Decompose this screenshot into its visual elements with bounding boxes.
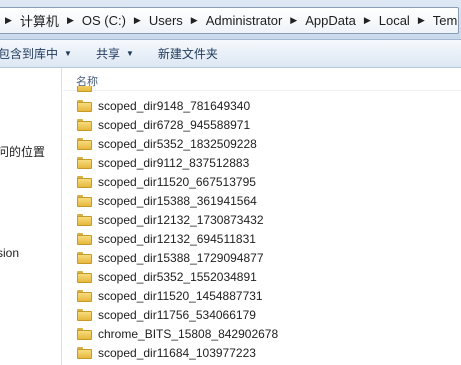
breadcrumb-computer[interactable]: 计算机 [18, 11, 61, 30]
new-folder-label: 新建文件夹 [157, 47, 218, 61]
file-name: scoped_dir15388_361941564 [98, 193, 257, 208]
folder-icon [77, 118, 92, 131]
file-name: scoped_dir11520_667513795 [98, 174, 256, 189]
include-in-library-button[interactable]: 包含到库中 ▼ [0, 45, 72, 62]
list-item[interactable]: scoped_dir5352_1552034891 [77, 267, 257, 286]
breadcrumb[interactable]: ▶ 计算机 ▶ OS (C:) ▶ Users ▶ Administrator … [0, 7, 459, 34]
list-item[interactable]: scoped_dir15388_361941564 [77, 191, 257, 210]
file-name: scoped_dir6728_945588971 [98, 117, 251, 132]
breadcrumb-local[interactable]: Local [377, 13, 412, 28]
folder-icon [77, 251, 92, 264]
share-label: 共享 [95, 47, 120, 61]
divider [63, 90, 461, 91]
folder-icon [77, 289, 92, 302]
folder-icon [77, 86, 92, 92]
folder-icon [77, 232, 92, 245]
file-name: scoped_dir9112_837512883 [98, 155, 250, 170]
folder-icon [77, 194, 92, 207]
list-item[interactable]: scoped_dir6728_945588971 [77, 115, 250, 134]
chevron-right-icon[interactable]: ▶ [185, 15, 204, 26]
file-name: scoped_dir5352_1832509228 [98, 136, 257, 151]
share-button[interactable]: 共享 ▼ [96, 45, 134, 62]
list-item[interactable]: scoped_dir9148_781649340 [77, 96, 250, 115]
list-item[interactable]: scoped_dir11520_667513795 [77, 172, 256, 191]
new-folder-button[interactable]: 新建文件夹 [158, 45, 218, 62]
list-item[interactable]: scoped_dir12132_1730873432 [77, 210, 264, 229]
chevron-right-icon[interactable]: ▶ [128, 15, 147, 26]
explorer-window: ▶ 计算机 ▶ OS (C:) ▶ Users ▶ Administrator … [0, 0, 461, 365]
folder-icon [77, 346, 92, 359]
file-list: 名称 scoped_dir9148_781649340 scoped_dir67… [63, 68, 461, 365]
nav-item-version[interactable]: sion [0, 246, 19, 260]
breadcrumb-appdata[interactable]: AppData [303, 13, 358, 28]
chevron-down-icon: ▼ [125, 49, 134, 58]
breadcrumb-administrator[interactable]: Administrator [204, 13, 285, 28]
chevron-right-icon[interactable]: ▶ [358, 15, 377, 26]
breadcrumb-temp[interactable]: Temp [431, 13, 458, 28]
folder-icon [77, 137, 92, 150]
list-item[interactable]: scoped_dir15388_1729094877 [77, 248, 264, 267]
list-item[interactable]: scoped_dir9112_837512883 [77, 153, 249, 172]
list-item[interactable]: scoped_dir11756_534066179 [77, 305, 256, 324]
list-item[interactable]: scoped_dir11520_1454887731 [77, 286, 263, 305]
breadcrumb-users[interactable]: Users [147, 13, 185, 28]
list-item[interactable]: scoped_dir5352_1832509228 [77, 134, 257, 153]
file-name: scoped_dir11684_103977223 [98, 345, 256, 360]
list-item[interactable]: scoped_dir11684_103977223 [77, 343, 256, 362]
folder-icon [77, 213, 92, 226]
folder-icon [77, 270, 92, 283]
command-toolbar: 包含到库中 ▼ 共享 ▼ 新建文件夹 [0, 40, 461, 68]
file-name: scoped_dir12132_694511831 [98, 231, 256, 246]
address-bar: ▶ 计算机 ▶ OS (C:) ▶ Users ▶ Administrator … [0, 0, 461, 40]
list-item-partial[interactable] [77, 86, 98, 92]
file-name: scoped_dir11756_534066179 [98, 307, 256, 322]
folder-icon [77, 327, 92, 340]
file-name: scoped_dir12132_1730873432 [98, 212, 264, 227]
include-in-library-label: 包含到库中 [0, 47, 59, 61]
breadcrumb-drive[interactable]: OS (C:) [80, 13, 128, 28]
chevron-right-icon[interactable]: ▶ [0, 15, 18, 26]
folder-icon [77, 175, 92, 188]
file-name: scoped_dir9148_781649340 [98, 98, 251, 113]
list-item[interactable]: scoped_dir12132_694511831 [77, 229, 256, 248]
file-name: scoped_dir15388_1729094877 [98, 250, 264, 265]
list-item[interactable]: chrome_BITS_15808_842902678 [77, 324, 278, 343]
navigation-pane: 问的位置 sion [0, 68, 62, 365]
chevron-right-icon[interactable]: ▶ [412, 15, 431, 26]
file-name: chrome_BITS_15808_842902678 [98, 326, 279, 341]
folder-icon [77, 156, 92, 169]
chevron-right-icon[interactable]: ▶ [61, 15, 80, 26]
folder-icon [77, 308, 92, 321]
chevron-down-icon: ▼ [64, 49, 72, 58]
file-name: scoped_dir11520_1454887731 [98, 288, 263, 303]
folder-icon [77, 99, 92, 112]
file-name: scoped_dir5352_1552034891 [98, 269, 257, 284]
nav-item-recent-places[interactable]: 问的位置 [0, 143, 45, 160]
chevron-right-icon[interactable]: ▶ [284, 15, 303, 26]
